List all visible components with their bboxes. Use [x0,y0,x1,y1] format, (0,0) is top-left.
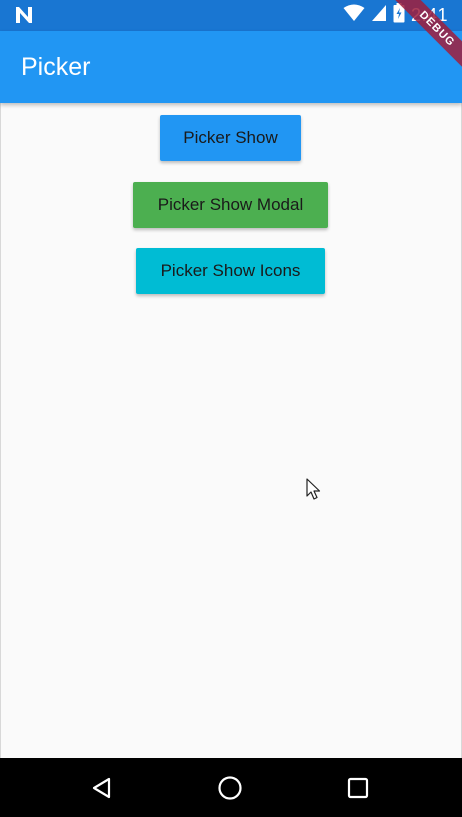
phone-screen: 2:41 Picker DEBUG Picker Show Picker Sho… [0,0,462,817]
n-notification-icon [14,6,34,24]
status-bar: 2:41 [0,0,462,31]
recents-icon[interactable] [342,772,374,804]
main-content: Picker Show Picker Show Modal Picker Sho… [0,103,462,758]
picker-show-modal-button[interactable]: Picker Show Modal [133,182,328,228]
system-nav-bar [0,758,462,817]
app-bar: Picker [0,31,462,103]
back-icon[interactable] [86,772,118,804]
battery-charging-icon [393,2,405,28]
picker-show-button[interactable]: Picker Show [160,115,301,161]
signal-icon [371,4,387,27]
page-title: Picker [21,53,91,81]
wifi-icon [343,4,365,27]
status-icons: 2:41 [343,2,448,28]
status-time: 2:41 [410,4,448,25]
home-icon[interactable] [214,772,246,804]
left-edge-divider [0,103,1,758]
mouse-cursor-icon [306,478,322,502]
picker-show-icons-button[interactable]: Picker Show Icons [136,248,325,294]
